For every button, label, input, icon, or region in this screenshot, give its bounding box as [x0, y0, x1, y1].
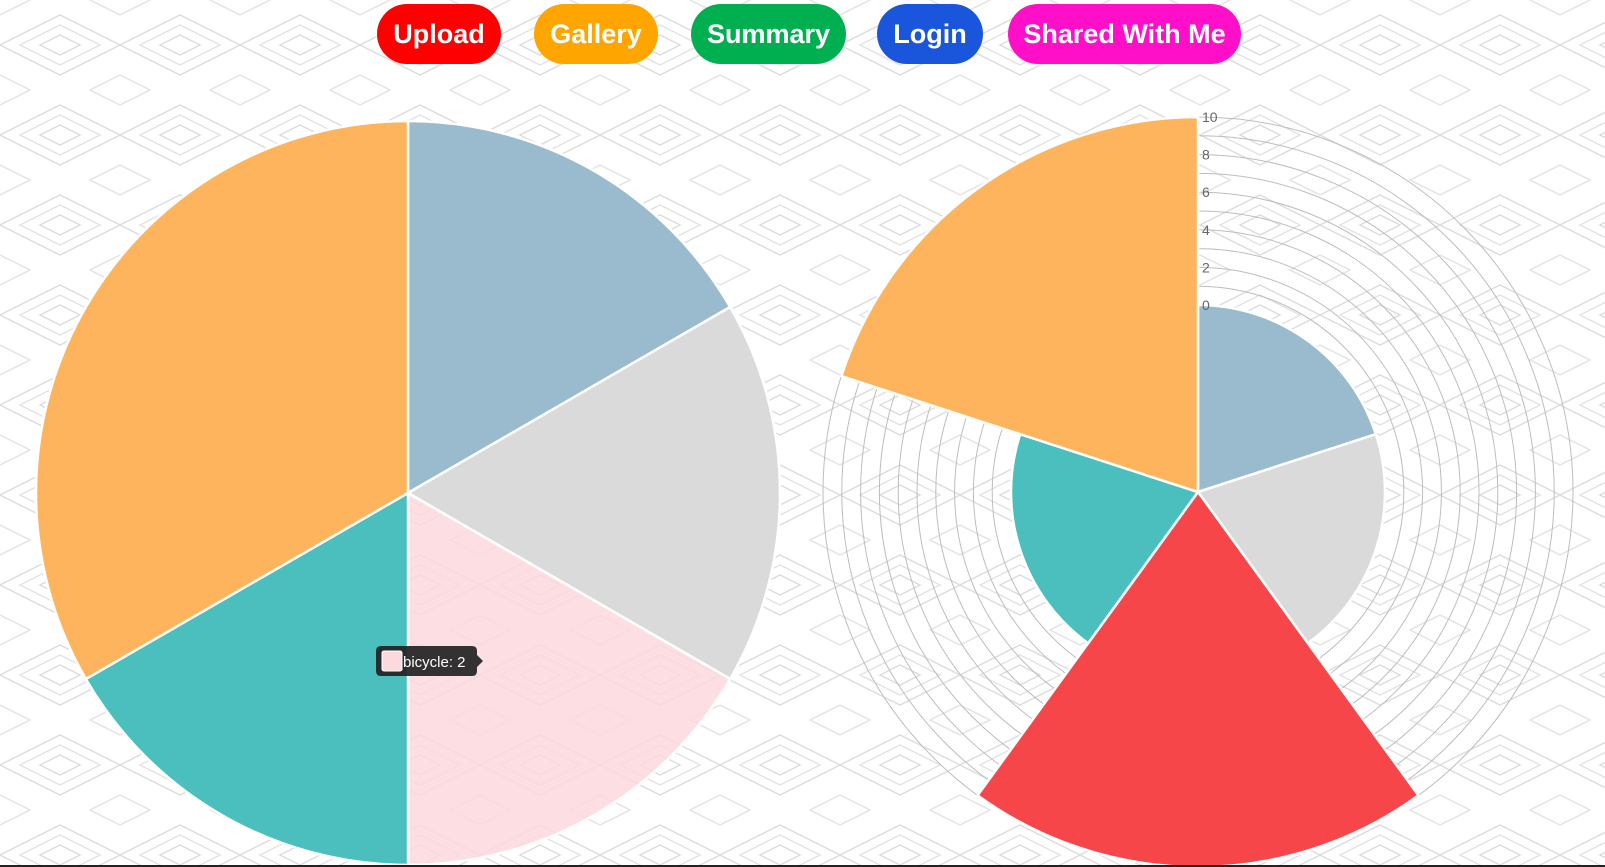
- radial-tick-label: 4: [1202, 222, 1210, 238]
- polar-area-chart: 0 2 4 6 8 10: [822, 109, 1574, 867]
- radial-tick-label: 2: [1202, 259, 1210, 275]
- chart-tooltip: bicycle: 2: [376, 646, 483, 676]
- radial-tick-label: 0: [1202, 297, 1210, 313]
- pie-chart: [34, 119, 782, 867]
- charts-area: 0 2 4 6 8 10 bicycle: 2: [34, 109, 1574, 867]
- tooltip-color-swatch: [381, 650, 403, 672]
- radial-tick-label: 8: [1202, 147, 1210, 163]
- radial-tick-label: 6: [1202, 184, 1210, 200]
- tooltip-label: bicycle: 2: [403, 654, 466, 671]
- radial-tick-label: 10: [1202, 109, 1218, 125]
